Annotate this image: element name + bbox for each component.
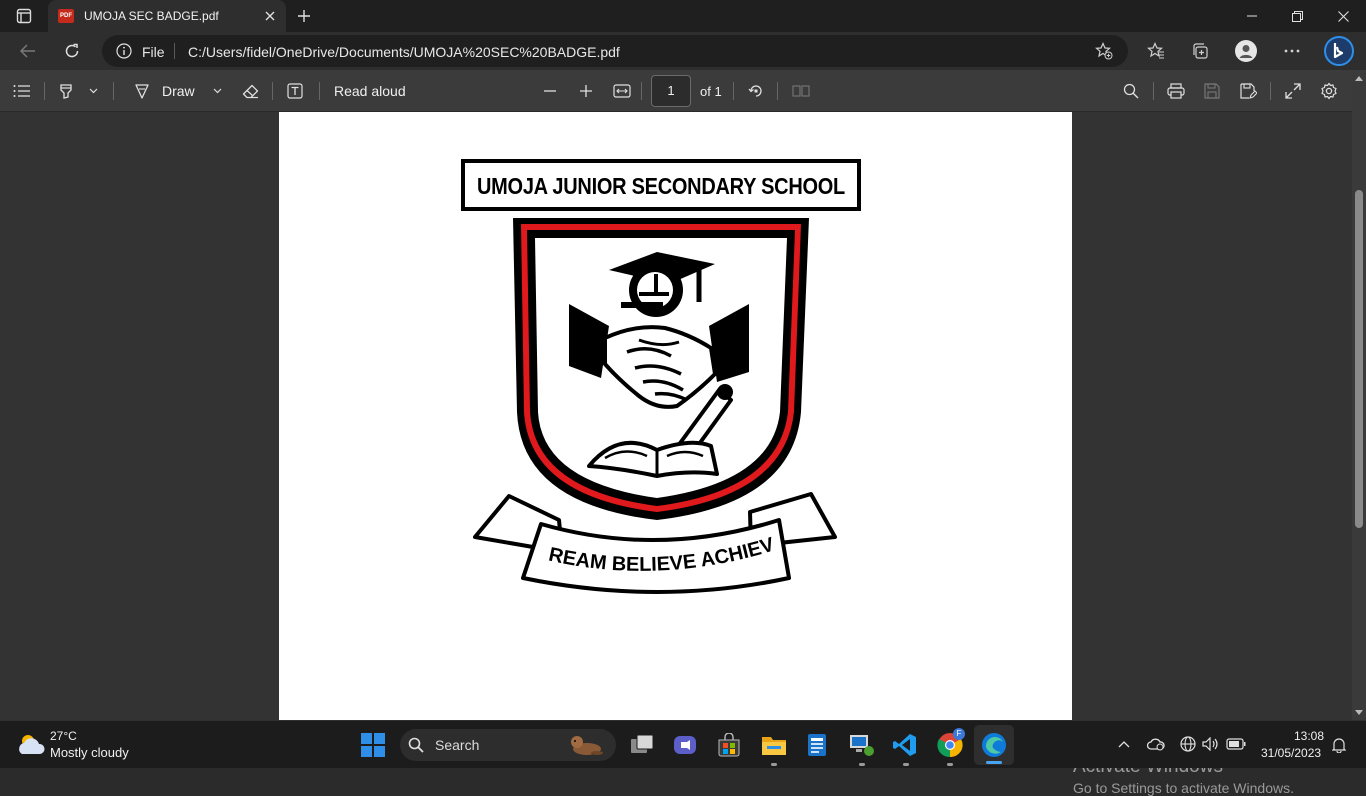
running-indicator — [903, 763, 909, 766]
volume-speaker-icon[interactable] — [1201, 735, 1221, 753]
edge-icon — [980, 732, 1008, 758]
active-tab[interactable]: PDF UMOJA SEC BADGE.pdf — [48, 0, 286, 32]
back-icon[interactable] — [16, 41, 40, 61]
page-total: of 1 — [700, 84, 722, 99]
pdf-page: UMOJA JUNIOR SECONDARY SCHOOL REAM BELIE… — [272, 95, 1072, 720]
address-bar[interactable]: File C:/Users/fidel/OneDrive/Documents/U… — [102, 35, 1128, 67]
restore-icon[interactable] — [1285, 6, 1309, 26]
file-scheme-label: File — [142, 44, 165, 60]
active-app-indicator — [986, 761, 1002, 764]
taskbar: 27°C Mostly cloudy Search F 13:08 31/05/… — [0, 720, 1366, 768]
scroll-up-icon[interactable] — [1354, 74, 1364, 82]
more-options-icon[interactable] — [1281, 41, 1303, 61]
pdf-toolbar: Draw Read aloud 1 of 1 — [0, 70, 1366, 112]
fit-to-width-icon[interactable] — [612, 82, 632, 100]
info-icon[interactable] — [116, 43, 132, 59]
toolbar-separator — [1270, 82, 1271, 100]
draw-icon[interactable] — [132, 82, 152, 100]
scroll-down-icon[interactable] — [1354, 708, 1364, 716]
refresh-icon[interactable] — [60, 41, 84, 61]
tab-title: UMOJA SEC BADGE.pdf — [84, 9, 219, 23]
notifications-bell-icon[interactable] — [1330, 735, 1348, 755]
running-indicator — [859, 763, 865, 766]
pdf-viewer-area[interactable]: UMOJA JUNIOR SECONDARY SCHOOL REAM BELIE… — [0, 95, 1352, 796]
zoom-in-icon[interactable] — [577, 82, 595, 100]
close-tab-icon[interactable] — [262, 8, 278, 24]
activate-windows-hint: Go to Settings to activate Windows. — [1073, 780, 1294, 796]
toolbar-separator — [733, 82, 734, 100]
battery-icon[interactable] — [1225, 735, 1247, 753]
clock-date[interactable]: 31/05/2023 — [1261, 746, 1321, 760]
task-view-icon[interactable] — [629, 732, 655, 758]
weather-cloud-icon[interactable] — [16, 731, 46, 757]
url-text[interactable]: C:/Users/fidel/OneDrive/Documents/UMOJA%… — [188, 44, 620, 60]
save-as-icon[interactable] — [1238, 82, 1258, 100]
print-icon[interactable] — [1166, 82, 1186, 100]
language-globe-icon[interactable] — [1178, 735, 1198, 753]
search-highlight-otter-icon — [566, 732, 606, 758]
zoom-out-icon[interactable] — [541, 82, 559, 100]
favorites-icon[interactable] — [1145, 41, 1167, 61]
vertical-scrollbar[interactable] — [1352, 70, 1366, 720]
find-search-icon[interactable] — [1121, 82, 1141, 100]
school-badge-graphic: UMOJA JUNIOR SECONDARY SCHOOL REAM BELIE… — [272, 95, 861, 594]
close-window-icon[interactable] — [1331, 6, 1355, 26]
tab-actions-icon[interactable] — [14, 7, 34, 25]
file-explorer-icon[interactable] — [760, 732, 788, 758]
contents-icon[interactable] — [12, 82, 32, 100]
search-icon — [408, 737, 424, 753]
draw-label[interactable]: Draw — [162, 83, 195, 99]
toolbar-separator — [1153, 82, 1154, 100]
toolbar-separator — [113, 82, 114, 100]
taskbar-search-box[interactable]: Search — [400, 729, 616, 761]
settings-gear-icon[interactable] — [1319, 81, 1339, 101]
microsoft-store-icon[interactable] — [716, 732, 742, 758]
highlight-dropdown-chevron-down-icon[interactable] — [86, 82, 100, 100]
minimize-icon[interactable] — [1240, 6, 1264, 26]
new-tab-icon[interactable] — [294, 6, 314, 26]
address-bar-row: File C:/Users/fidel/OneDrive/Documents/U… — [0, 32, 1366, 70]
windows-start-icon[interactable] — [360, 732, 386, 758]
page-number-input[interactable]: 1 — [651, 75, 691, 107]
vscode-icon[interactable] — [892, 732, 918, 758]
rotate-icon[interactable] — [746, 82, 766, 100]
clock-time[interactable]: 13:08 — [1294, 729, 1324, 743]
show-hidden-icons-chevron-up-icon[interactable] — [1115, 735, 1133, 753]
bing-copilot-icon[interactable] — [1322, 35, 1356, 67]
pdf-file-icon: PDF — [58, 9, 74, 23]
toolbar-separator — [272, 82, 273, 100]
teams-chat-icon[interactable] — [672, 732, 698, 758]
highlight-icon[interactable] — [56, 82, 76, 100]
edge-taskbar-button[interactable] — [974, 725, 1014, 765]
toolbar-separator — [319, 82, 320, 100]
collections-icon[interactable] — [1189, 41, 1211, 61]
save-icon — [1202, 82, 1222, 100]
running-indicator — [771, 763, 777, 766]
scrollbar-thumb[interactable] — [1355, 190, 1363, 528]
toolbar-separator — [44, 82, 45, 100]
add-text-icon[interactable] — [285, 82, 305, 100]
running-indicator — [947, 763, 953, 766]
school-name: UMOJA JUNIOR SECONDARY SCHOOL — [477, 173, 845, 199]
title-bar: PDF UMOJA SEC BADGE.pdf — [0, 0, 1366, 32]
toolbar-separator — [641, 82, 642, 100]
toolbar-separator — [777, 82, 778, 100]
news-app-icon[interactable] — [804, 732, 830, 758]
draw-dropdown-chevron-down-icon[interactable] — [210, 82, 224, 100]
remote-desktop-icon[interactable] — [848, 732, 876, 758]
profile-avatar[interactable] — [1233, 39, 1259, 63]
eraser-icon[interactable] — [240, 82, 260, 100]
page-view-icon — [791, 82, 811, 100]
weather-description: Mostly cloudy — [50, 745, 129, 760]
read-aloud-button[interactable]: Read aloud — [334, 83, 406, 99]
fullscreen-icon[interactable] — [1283, 82, 1303, 100]
add-favorite-icon[interactable] — [1094, 42, 1114, 60]
search-placeholder: Search — [435, 737, 480, 753]
onedrive-cloud-icon[interactable] — [1146, 735, 1166, 753]
chrome-profile-badge: F — [953, 728, 965, 740]
weather-temperature: 27°C — [50, 729, 77, 743]
url-separator — [174, 43, 175, 59]
